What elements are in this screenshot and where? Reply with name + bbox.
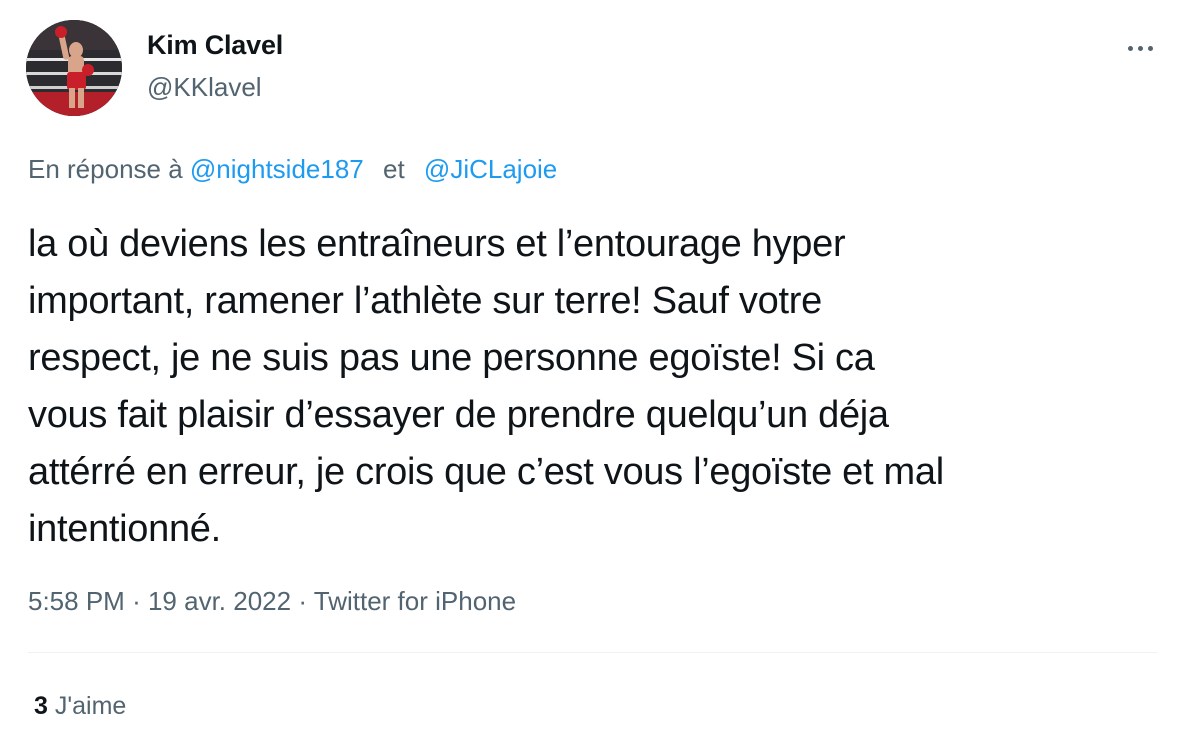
tweet-text-line: respect, je ne suis pas une personne ego… [28,337,875,379]
tweet-source[interactable]: Twitter for iPhone [314,586,516,616]
tweet-text-line: attérré en erreur, je crois que c’est vo… [28,451,944,493]
tweet-text: la où deviens les entraîneurs et l’entou… [28,216,1178,558]
more-horizontal-icon-dot [1137,45,1143,51]
tweet-text-line: vous fait plaisir d’essayer de prendre q… [28,394,889,436]
tweet-text-line: intentionné. [28,508,221,550]
meta-separator: · [298,586,307,616]
tweet-meta: 5:58 PM · 19 avr. 2022 · Twitter for iPh… [28,586,516,617]
likes-label: J'aime [54,692,127,720]
tweet-text-line: la où deviens les entraîneurs et l’entou… [28,223,846,265]
reply-mention[interactable]: @JiCLajoie [424,154,557,184]
author-name[interactable]: Kim Clavel [147,30,283,61]
reply-joiner: et [383,154,405,184]
reply-mention[interactable]: @nightside187 [190,154,364,184]
meta-separator: · [132,586,141,616]
avatar[interactable] [26,20,122,116]
tweet-text-line: important, ramener l’athlète sur terre! … [28,280,822,322]
author-handle[interactable]: @KKlavel [147,72,262,103]
reply-context: En réponse à @nightside187 et @JiCLajoie [28,154,557,185]
likes-count: 3 [34,692,48,720]
tweet-time[interactable]: 5:58 PM [28,586,125,616]
more-horizontal-icon-dot [1147,45,1153,51]
more-options-button[interactable] [1118,30,1162,66]
divider [28,652,1158,653]
more-horizontal-icon [1127,45,1133,51]
tweet-date[interactable]: 19 avr. 2022 [148,586,291,616]
avatar-photo [26,20,122,116]
likes-link[interactable]: 3 J'aime [34,692,126,721]
tweet: Kim Clavel @KKlavel En réponse à @nights… [0,0,1202,746]
reply-prefix: En réponse à [28,154,183,184]
